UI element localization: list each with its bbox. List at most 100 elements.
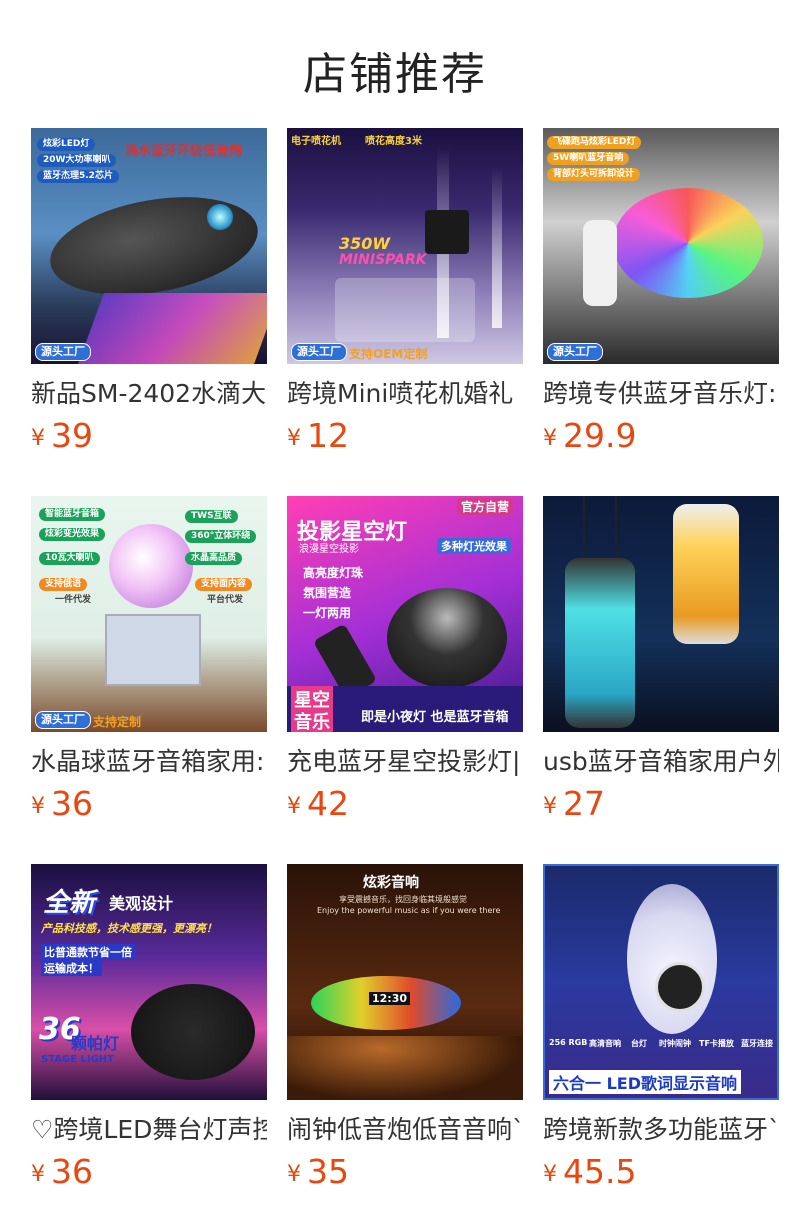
image-caption: 高清音响 bbox=[589, 1039, 621, 1048]
product-name[interactable]: usb蓝牙音箱家用户外 bbox=[543, 744, 779, 780]
image-caption: TWS互联 bbox=[185, 510, 238, 523]
product-image[interactable]: 飞碟跑马炫彩LED灯 5W喇叭蓝牙音响 背部灯头可拆卸设计 源头工厂 bbox=[543, 128, 779, 364]
price-value: 36 bbox=[51, 784, 93, 823]
product-card[interactable]: 256 RGB 高清音响 台灯 时钟闹钟 TF卡播放 蓝牙连接 六合一 LED歌… bbox=[543, 864, 779, 1204]
product-image[interactable]: 256 RGB 高清音响 台灯 时钟闹钟 TF卡播放 蓝牙连接 六合一 LED歌… bbox=[543, 864, 779, 1100]
product-name[interactable]: 新品SM-2402水滴大 bbox=[31, 376, 267, 412]
price-value: 42 bbox=[307, 784, 349, 823]
product-price: ¥29.9 bbox=[543, 416, 636, 460]
image-caption: 256 RGB bbox=[549, 1038, 588, 1047]
image-caption: Enjoy the powerful music as if you were … bbox=[317, 906, 501, 915]
image-caption: 运输成本！ bbox=[41, 960, 102, 976]
image-caption: 炫彩变光效果 bbox=[39, 528, 106, 541]
source-factory-badge: 源头工厂 bbox=[35, 343, 91, 361]
product-card[interactable]: 智能蓝牙音箱 炫彩变光效果 10瓦大喇叭 TWS互联 360°立体环绕 水晶高品… bbox=[31, 496, 267, 836]
image-caption: 炫彩音响 bbox=[363, 875, 419, 891]
product-name[interactable]: 水晶球蓝牙音箱家用: bbox=[31, 744, 267, 780]
product-image[interactable]: 智能蓝牙音箱 炫彩变光效果 10瓦大喇叭 TWS互联 360°立体环绕 水晶高品… bbox=[31, 496, 267, 732]
image-caption: 电子喷花机 bbox=[291, 136, 341, 147]
image-caption: TF卡播放 bbox=[699, 1039, 734, 1048]
image-caption: 高亮度灯珠 bbox=[303, 566, 364, 580]
product-name[interactable]: 跨境专供蓝牙音乐灯: bbox=[543, 376, 779, 412]
product-name[interactable]: 充电蓝牙星空投影灯| bbox=[287, 744, 523, 780]
source-factory-badge: 源头工厂 bbox=[35, 711, 91, 729]
image-caption: 氛围营造 bbox=[303, 586, 352, 600]
product-price: ¥35 bbox=[287, 1152, 349, 1196]
image-caption: 美观设计 bbox=[109, 894, 174, 913]
image-caption: 六合一 LED歌词显示音响 bbox=[549, 1070, 741, 1094]
image-caption: 即是小夜灯 也是蓝牙音箱 bbox=[361, 710, 509, 725]
product-price: ¥12 bbox=[287, 416, 349, 460]
price-value: 27 bbox=[563, 784, 605, 823]
product-image[interactable]: 炫彩LED灯 20W大功率喇叭 蓝牙杰理5.2芯片 滴水蓝牙环绕低音炮 源头工厂 bbox=[31, 128, 267, 364]
product-card[interactable]: 炫彩音响 享受震撼音乐，找回身临其境般感觉 Enjoy the powerful… bbox=[287, 864, 523, 1204]
price-value: 36 bbox=[51, 1152, 93, 1191]
image-caption: 20W大功率喇叭 bbox=[37, 154, 117, 167]
page-title: 店铺推荐 bbox=[303, 49, 487, 100]
image-caption: 多种灯光效果 bbox=[437, 538, 511, 554]
currency-symbol: ¥ bbox=[287, 1162, 301, 1187]
product-price: ¥42 bbox=[287, 784, 349, 828]
product-card[interactable]: usb蓝牙音箱家用户外 ¥27 bbox=[543, 496, 779, 836]
image-caption: 喷花高度3米 bbox=[365, 136, 422, 147]
product-name[interactable]: ♡跨境LED舞台灯声控 bbox=[31, 1112, 267, 1148]
product-image[interactable]: 电子喷花机 喷花高度3米 350W MINISPARK 源头工厂 支持OEM定制 bbox=[287, 128, 523, 364]
product-card[interactable]: 飞碟跑马炫彩LED灯 5W喇叭蓝牙音响 背部灯头可拆卸设计 源头工厂 跨境专供蓝… bbox=[543, 128, 779, 468]
product-price: ¥36 bbox=[31, 784, 93, 828]
image-caption: 一件代发 bbox=[55, 595, 92, 605]
product-image[interactable] bbox=[543, 496, 779, 732]
custom-badge: 支持定制 bbox=[93, 715, 142, 729]
image-caption: STAGE LIGHT bbox=[41, 1054, 114, 1065]
image-caption: 比普通款节省一倍 bbox=[41, 944, 135, 960]
product-card[interactable]: 炫彩LED灯 20W大功率喇叭 蓝牙杰理5.2芯片 滴水蓝牙环绕低音炮 源头工厂… bbox=[31, 128, 267, 468]
product-name[interactable]: 跨境Mini喷花机婚礼 bbox=[287, 376, 523, 412]
product-image[interactable]: 炫彩音响 享受震撼音乐，找回身临其境般感觉 Enjoy the powerful… bbox=[287, 864, 523, 1100]
currency-symbol: ¥ bbox=[287, 794, 301, 819]
currency-symbol: ¥ bbox=[543, 426, 557, 451]
price-value: 45.5 bbox=[563, 1152, 637, 1191]
price-value: 39 bbox=[51, 416, 93, 455]
image-caption: 水晶高品质 bbox=[185, 552, 243, 565]
image-caption: 一灯两用 bbox=[303, 606, 352, 620]
product-name[interactable]: 闹钟低音炮低音音响` bbox=[287, 1112, 523, 1148]
product-image[interactable]: 官方自营 投影星空灯 浪漫星空投影 多种灯光效果 高亮度灯珠 氛围营造 一灯两用… bbox=[287, 496, 523, 732]
product-card[interactable]: 全新 美观设计 产品科技感，技术感更强，更漂亮！ 比普通款节省一倍 运输成本！ … bbox=[31, 864, 267, 1204]
currency-symbol: ¥ bbox=[31, 794, 45, 819]
image-caption: 360°立体环绕 bbox=[185, 530, 257, 543]
image-caption: 平台代发 bbox=[207, 595, 244, 605]
image-caption: 全新 bbox=[43, 888, 96, 918]
image-caption: 产品科技感，技术感更强，更漂亮！ bbox=[41, 922, 217, 935]
source-factory-badge: 源头工厂 bbox=[547, 343, 603, 361]
image-caption: 时钟闹钟 bbox=[659, 1039, 691, 1048]
product-price: ¥36 bbox=[31, 1152, 93, 1196]
image-caption: 背部灯头可拆卸设计 bbox=[547, 168, 641, 181]
image-caption: 滴水蓝牙环绕低音炮 bbox=[125, 144, 243, 159]
product-card[interactable]: 官方自营 投影星空灯 浪漫星空投影 多种灯光效果 高亮度灯珠 氛围营造 一灯两用… bbox=[287, 496, 523, 836]
currency-symbol: ¥ bbox=[287, 426, 301, 451]
image-caption: MINISPARK bbox=[339, 252, 427, 268]
currency-symbol: ¥ bbox=[543, 1162, 557, 1187]
image-caption: 支持面内容 bbox=[195, 578, 253, 591]
price-value: 12 bbox=[307, 416, 349, 455]
product-name[interactable]: 跨境新款多功能蓝牙` bbox=[543, 1112, 779, 1148]
image-caption: 台灯 bbox=[631, 1039, 647, 1048]
oem-custom-badge: 支持OEM定制 bbox=[349, 347, 428, 361]
source-factory-badge: 源头工厂 bbox=[291, 343, 347, 361]
product-price: ¥39 bbox=[31, 416, 93, 460]
image-caption: 12:30 bbox=[369, 992, 411, 1005]
currency-symbol: ¥ bbox=[543, 794, 557, 819]
image-caption: 智能蓝牙音箱 bbox=[39, 508, 106, 521]
product-card[interactable]: 电子喷花机 喷花高度3米 350W MINISPARK 源头工厂 支持OEM定制… bbox=[287, 128, 523, 468]
product-price: ¥27 bbox=[543, 784, 605, 828]
price-value: 35 bbox=[307, 1152, 349, 1191]
price-value: 29.9 bbox=[563, 416, 637, 455]
product-image[interactable]: 全新 美观设计 产品科技感，技术感更强，更漂亮！ 比普通款节省一倍 运输成本！ … bbox=[31, 864, 267, 1100]
image-caption: 蓝牙杰理5.2芯片 bbox=[37, 170, 119, 183]
currency-symbol: ¥ bbox=[31, 426, 45, 451]
image-caption: 支持俄语 bbox=[39, 578, 88, 591]
image-caption: 飞碟跑马炫彩LED灯 bbox=[547, 136, 642, 149]
image-caption: 浪漫星空投影 bbox=[299, 544, 359, 555]
image-caption: 音乐 bbox=[291, 708, 333, 732]
image-caption: 蓝牙连接 bbox=[741, 1039, 773, 1048]
image-caption: 350W bbox=[339, 234, 391, 253]
